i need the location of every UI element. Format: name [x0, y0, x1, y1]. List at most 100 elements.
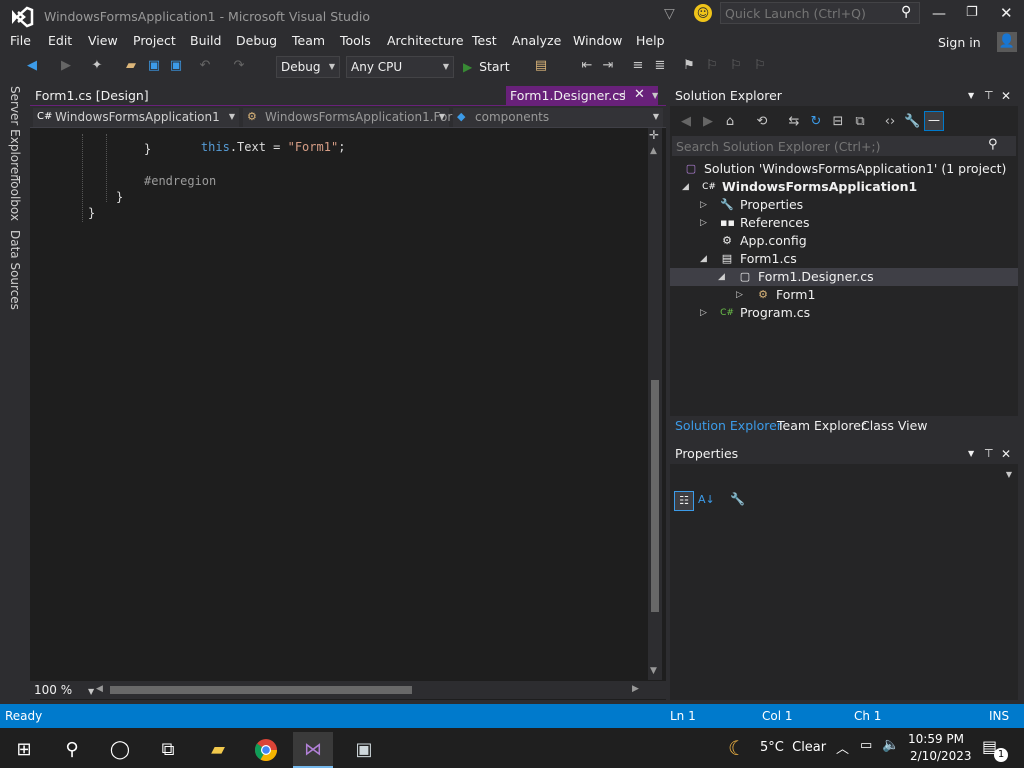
volume-icon[interactable]: 🔈 — [882, 737, 899, 753]
menu-analyze[interactable]: Analyze — [512, 32, 561, 52]
collapsed-arrow-icon[interactable]: ▷ — [700, 214, 707, 232]
uncomment-icon[interactable]: ≣ — [652, 58, 668, 74]
member-dropdown[interactable]: ◆ components ▼ — [453, 108, 663, 127]
tab-team-explorer[interactable]: Team Explorer — [777, 418, 866, 433]
collapsed-arrow-icon[interactable]: ▷ — [700, 196, 707, 214]
redo-icon[interactable]: ↷ — [231, 58, 247, 74]
indent-icon[interactable]: ⇤ — [579, 58, 595, 74]
property-pages-icon[interactable]: 🔧 — [730, 492, 745, 506]
tab-class-view[interactable]: Class View — [861, 418, 928, 433]
panel-menu-icon[interactable]: ▼ — [968, 444, 974, 464]
code-text[interactable]: this.Text = "Form1"; } #endregion } } — [50, 128, 646, 680]
search-icon[interactable]: ⚲ — [901, 4, 911, 20]
tab-form1-design[interactable]: Form1.cs [Design] — [35, 88, 149, 103]
close-button[interactable]: ✕ — [1000, 4, 1013, 22]
task-view-icon[interactable]: ⧉ — [148, 732, 188, 768]
comment-icon[interactable]: ≡ — [630, 58, 646, 74]
sign-in-link[interactable]: Sign in — [938, 34, 981, 54]
panel-menu-icon[interactable]: ▼ — [968, 86, 974, 106]
menu-test[interactable]: Test — [472, 32, 497, 52]
save-icon[interactable]: ▣ — [146, 58, 162, 74]
user-avatar-icon[interactable]: 👤 — [997, 32, 1017, 52]
network-icon[interactable]: ▭ — [860, 738, 872, 753]
view-code-icon[interactable]: ‹› — [882, 114, 898, 130]
expanded-arrow-icon[interactable]: ◢ — [682, 178, 689, 196]
weather-text[interactable]: 5°C Clear — [760, 740, 826, 755]
collapsed-arrow-icon[interactable]: ▷ — [736, 286, 743, 304]
clear-bookmarks-icon[interactable]: ⚐ — [752, 58, 768, 74]
menu-project[interactable]: Project — [133, 32, 176, 52]
menu-window[interactable]: Window — [573, 32, 622, 52]
menu-help[interactable]: Help — [636, 32, 665, 52]
start-button[interactable]: ▶ Start ▼ — [463, 56, 521, 95]
home-icon[interactable]: ⌂ — [722, 114, 738, 130]
new-project-icon[interactable]: ✦ — [89, 58, 105, 74]
prev-bookmark-icon[interactable]: ⚐ — [704, 58, 720, 74]
back-icon[interactable]: ◀ — [24, 58, 40, 74]
forward-icon[interactable]: ▶ — [700, 114, 716, 130]
tree-item-program-cs[interactable]: ▷ C# Program.cs — [670, 304, 1018, 322]
config-dropdown[interactable]: Debug ▼ — [276, 56, 340, 78]
properties-wrench-icon[interactable]: 🔧 — [904, 114, 920, 130]
menu-tools[interactable]: Tools — [340, 32, 371, 52]
expanded-arrow-icon[interactable]: ◢ — [700, 250, 707, 268]
tab-solution-explorer[interactable]: Solution Explorer — [675, 418, 782, 433]
scroll-right-icon[interactable]: ▶ — [632, 684, 639, 694]
scroll-thumb[interactable] — [651, 380, 659, 612]
pin-icon[interactable]: ⊣ — [616, 88, 626, 101]
object-selector-dropdown[interactable]: ▼ — [672, 468, 1016, 486]
tree-item-form1-class[interactable]: ▷ ⚙ Form1 — [670, 286, 1018, 304]
split-handle-icon[interactable]: ✛ — [649, 128, 659, 142]
tree-item-properties[interactable]: ▷ 🔧 Properties — [670, 196, 1018, 214]
show-all-files-icon[interactable]: ⧉ — [852, 114, 868, 130]
bookmark-icon[interactable]: ⚑ — [681, 58, 697, 74]
tab-form1-designer-cs[interactable]: Form1.Designer.cs ⊣ ✕ — [506, 86, 658, 106]
preview-toggle-icon[interactable]: — — [924, 111, 944, 131]
search-icon[interactable]: ⚲ — [52, 732, 92, 768]
solution-search-input[interactable] — [672, 136, 1016, 156]
tab-data-sources[interactable]: Data Sources — [8, 230, 22, 310]
tray-overflow-icon[interactable]: ︿ — [836, 738, 849, 757]
close-tab-icon[interactable]: ✕ — [634, 87, 645, 102]
menu-build[interactable]: Build — [190, 32, 221, 52]
project-dropdown[interactable]: C# WindowsFormsApplication1 ▼ — [33, 108, 239, 127]
forward-icon[interactable]: ▶ — [58, 58, 74, 74]
next-bookmark-icon[interactable]: ⚐ — [728, 58, 744, 74]
visual-studio-taskbar-icon[interactable]: ⋈ — [293, 732, 333, 768]
menu-view[interactable]: View — [88, 32, 118, 52]
filter-icon[interactable]: ▽ — [664, 6, 675, 22]
outdent-icon[interactable]: ⇥ — [600, 58, 616, 74]
expanded-arrow-icon[interactable]: ◢ — [718, 268, 725, 286]
feedback-smiley-icon[interactable]: ☺ — [694, 4, 712, 22]
collapse-all-icon[interactable]: ⊟ — [830, 114, 846, 130]
cortana-icon[interactable]: ◯ — [100, 732, 140, 768]
tree-item-form1-cs[interactable]: ◢ ▤ Form1.cs — [670, 250, 1018, 268]
categorized-icon[interactable]: ☷ — [674, 491, 694, 511]
close-panel-icon[interactable]: ✕ — [1001, 444, 1011, 464]
collapsed-arrow-icon[interactable]: ▷ — [700, 304, 707, 322]
weather-icon[interactable]: ☾ — [728, 736, 746, 760]
vertical-scrollbar[interactable]: ✛ ▲ ▼ — [648, 128, 662, 680]
windows-start-icon[interactable]: ⊞ — [4, 732, 44, 768]
undo-icon[interactable]: ↶ — [197, 58, 213, 74]
save-all-icon[interactable]: ▣ — [168, 58, 184, 74]
tree-item-form1-designer[interactable]: ◢ ▢ Form1.Designer.cs — [670, 268, 1018, 286]
sync-icon[interactable]: ⇆ — [786, 114, 802, 130]
alphabetical-icon[interactable]: A↓ — [698, 493, 715, 506]
close-panel-icon[interactable]: ✕ — [1001, 86, 1011, 106]
restore-button[interactable]: ❐ — [966, 5, 978, 20]
scroll-left-icon[interactable]: ◀ — [96, 684, 103, 694]
menu-architecture[interactable]: Architecture — [387, 32, 464, 52]
menu-team[interactable]: Team — [292, 32, 325, 52]
type-dropdown[interactable]: ⚙ WindowsFormsApplication1.For ▼ — [243, 108, 452, 127]
tab-toolbox[interactable]: Toolbox — [8, 176, 22, 221]
platform-dropdown[interactable]: Any CPU ▼ — [346, 56, 454, 78]
tree-item-app-config[interactable]: ⚙ App.config — [670, 232, 1018, 250]
tree-item-references[interactable]: ▷ ▪▪ References — [670, 214, 1018, 232]
tab-overflow-icon[interactable]: ▼ — [652, 91, 658, 100]
scroll-up-icon[interactable]: ▲ — [650, 146, 657, 156]
tree-item-project[interactable]: ◢ C# WindowsFormsApplication1 — [670, 178, 1018, 196]
clock-time[interactable]: 10:59 PM — [908, 732, 964, 746]
menu-debug[interactable]: Debug — [236, 32, 277, 52]
refresh-icon[interactable]: ↻ — [808, 114, 824, 130]
